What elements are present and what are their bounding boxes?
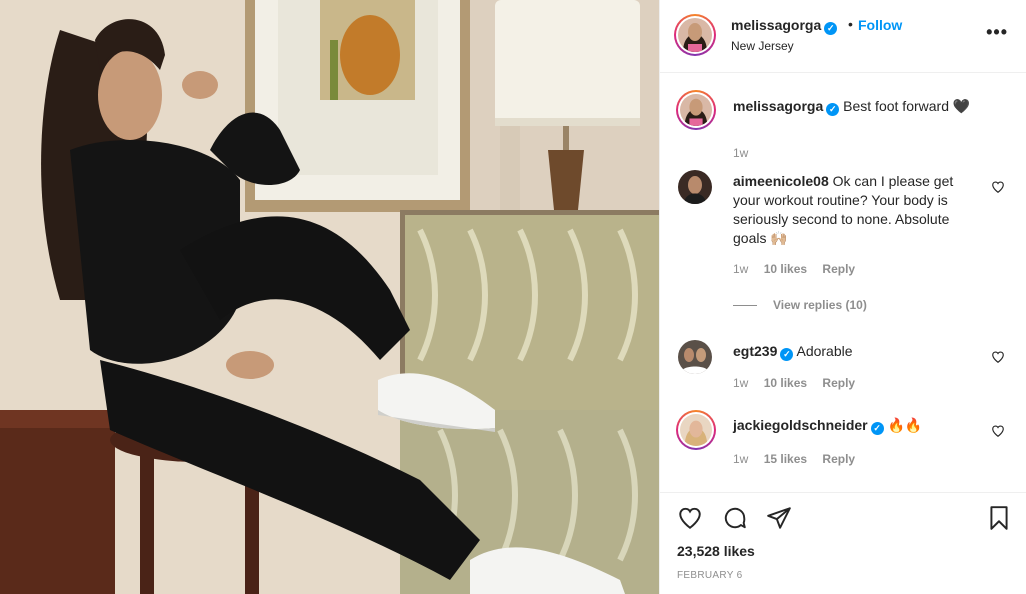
heart-outline-icon[interactable]	[677, 505, 703, 531]
comment-meta: 1w 10 likes Reply	[733, 376, 867, 390]
comment-likes[interactable]: 10 likes	[764, 262, 807, 276]
follow-button[interactable]: Follow	[858, 17, 902, 33]
verified-badge-icon: ✓	[826, 103, 840, 116]
comment-text: 🔥🔥	[887, 417, 923, 433]
view-replies-line	[733, 305, 757, 307]
comment-likes[interactable]: 10 likes	[764, 376, 807, 390]
reply-button[interactable]: Reply	[822, 262, 855, 276]
comment-text-block: jackiegoldschneider ✓ 🔥🔥	[733, 416, 978, 435]
header-separator: •	[848, 16, 853, 32]
caption-avatar[interactable]	[676, 90, 716, 130]
verified-badge-icon: ✓	[780, 348, 794, 361]
comment-time[interactable]: 1w	[733, 262, 748, 276]
comment-username[interactable]: egt239	[733, 343, 777, 359]
post-date[interactable]: FEBRUARY 6	[677, 570, 742, 581]
view-replies-button[interactable]: View replies (10)	[733, 298, 867, 312]
comment-time[interactable]: 1w	[733, 452, 748, 466]
comment-meta: 1w 15 likes Reply	[733, 452, 867, 466]
caption-time[interactable]: 1w	[733, 146, 748, 160]
caption-username[interactable]: melissagorga	[733, 98, 823, 114]
post-photo[interactable]	[0, 0, 659, 594]
heart-outline-icon[interactable]	[991, 350, 1005, 364]
verified-badge-icon: ✓	[870, 422, 884, 435]
post-likes-count[interactable]: 23,528 likes	[677, 543, 755, 559]
post-photo-illustration	[0, 0, 659, 594]
post-header: melissagorga ✓ • Follow New Jersey •••	[660, 0, 1026, 73]
caption-meta: 1w	[733, 146, 760, 160]
comment-meta: 1w 10 likes Reply	[733, 262, 867, 276]
bookmark-icon[interactable]	[986, 505, 1012, 531]
comment-text-block: aimeenicole08 Ok can I please get your w…	[733, 172, 978, 248]
commenter-avatar[interactable]	[678, 170, 712, 204]
post-details-panel: melissagorga ✓ • Follow New Jersey ••• m…	[659, 0, 1026, 594]
comment-bubble-icon[interactable]	[722, 505, 748, 531]
heart-outline-icon[interactable]	[991, 180, 1005, 194]
author-avatar[interactable]	[674, 14, 716, 56]
author-username[interactable]: melissagorga ✓	[731, 17, 838, 35]
post-location[interactable]: New Jersey	[731, 39, 794, 53]
author-username-text[interactable]: melissagorga	[731, 17, 821, 33]
comment-username[interactable]: aimeenicole08	[733, 173, 829, 189]
heart-outline-icon[interactable]	[991, 424, 1005, 438]
commenter-avatar[interactable]	[678, 340, 712, 374]
reply-button[interactable]: Reply	[822, 452, 855, 466]
caption-text-block: melissagorga ✓ Best foot forward 🖤	[733, 97, 978, 116]
verified-badge-icon: ✓	[824, 22, 838, 35]
commenter-avatar[interactable]	[676, 410, 716, 450]
comment-text-block: egt239 ✓ Adorable	[733, 342, 978, 361]
view-replies-label[interactable]: View replies (10)	[773, 298, 867, 312]
more-options-icon[interactable]: •••	[986, 22, 1008, 43]
comments-list[interactable]: melissagorga ✓ Best foot forward 🖤 1w aim…	[660, 74, 1026, 492]
caption-text: Best foot forward 🖤	[843, 98, 971, 114]
comment-text: Adorable	[796, 343, 853, 359]
post-actions: 23,528 likes FEBRUARY 6	[660, 492, 1026, 594]
comment-username[interactable]: jackiegoldschneider	[733, 417, 868, 433]
comment-likes[interactable]: 15 likes	[764, 452, 807, 466]
reply-button[interactable]: Reply	[822, 376, 855, 390]
comment-time[interactable]: 1w	[733, 376, 748, 390]
paper-plane-icon[interactable]	[766, 505, 792, 531]
